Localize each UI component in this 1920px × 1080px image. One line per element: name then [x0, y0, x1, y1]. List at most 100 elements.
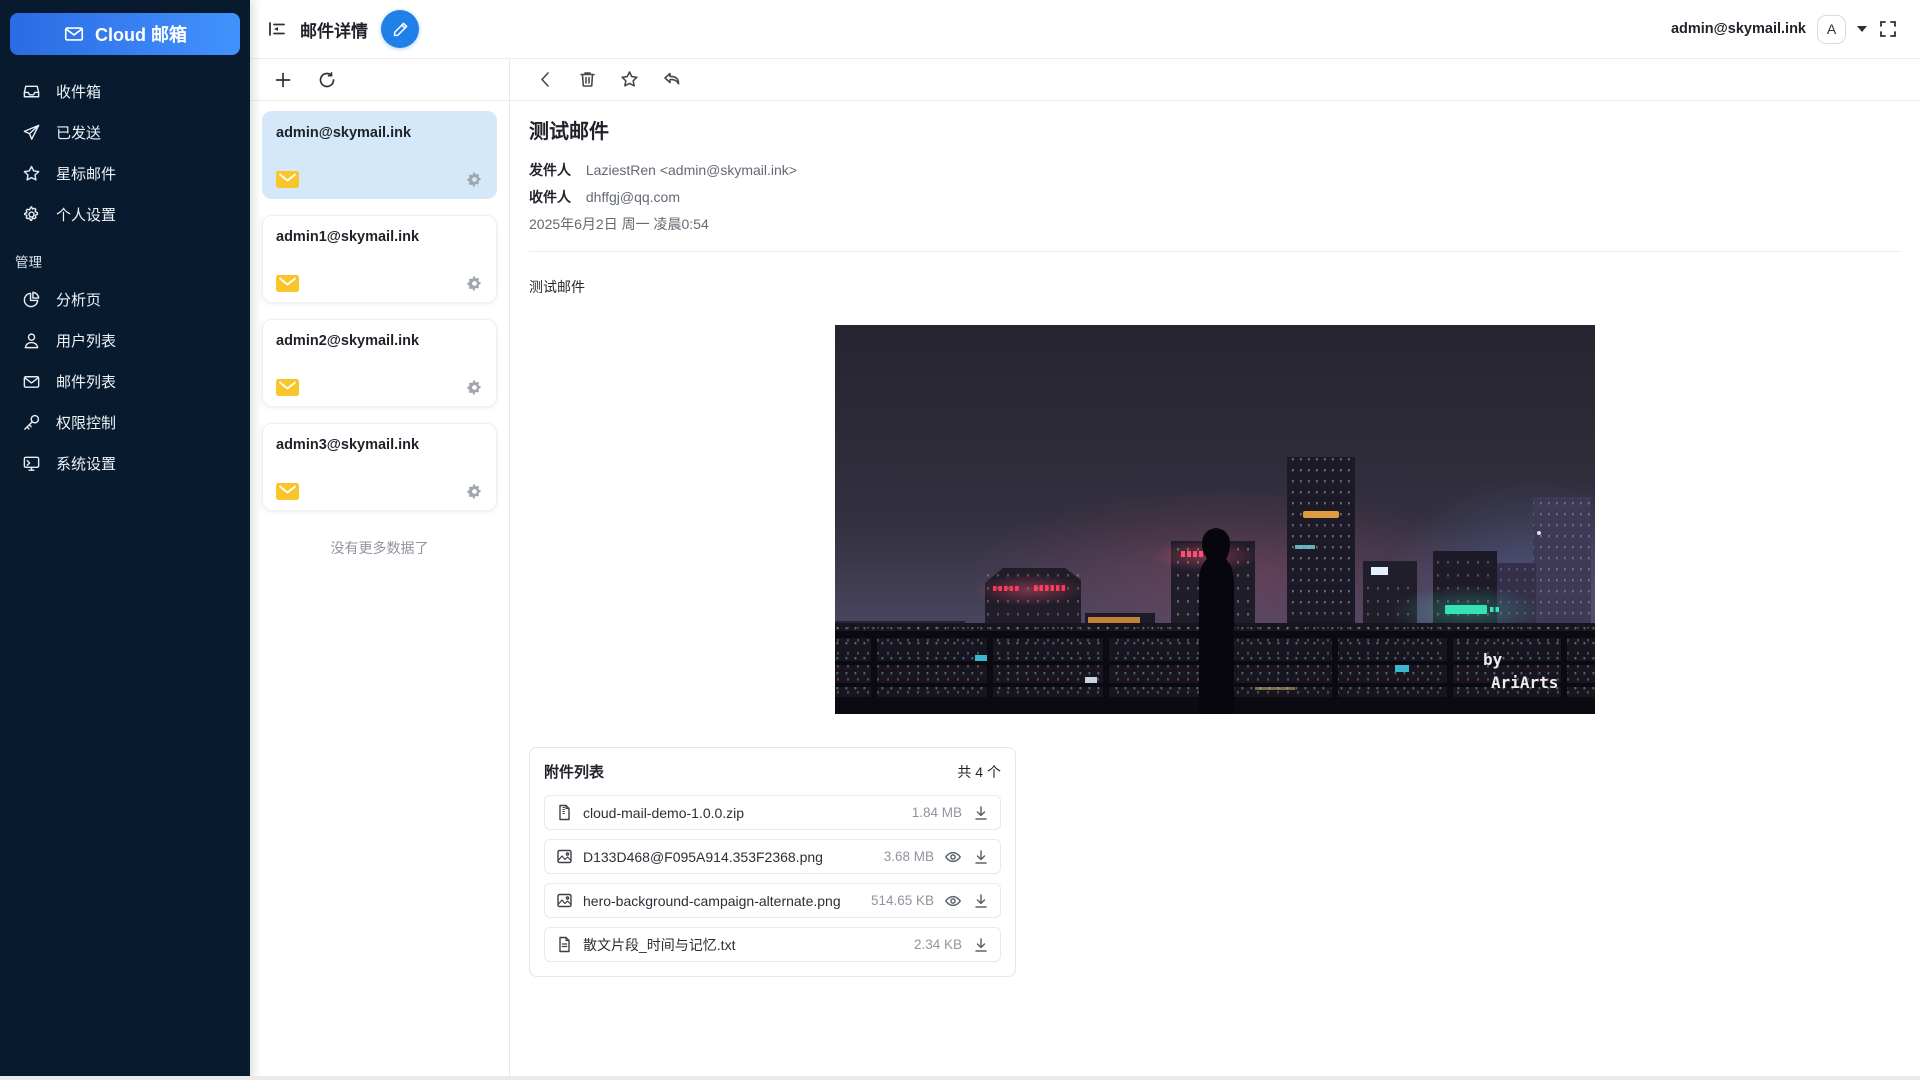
page-title: 邮件详情 [300, 17, 368, 42]
mail-detail-body: 测试邮件 发件人 LaziestRen <admin@skymail.ink> … [510, 101, 1920, 1080]
main-column: 邮件详情 admin@skymail.ink A admin@skymail.i… [250, 0, 1920, 1080]
sidebar-item-label: 收件箱 [56, 81, 101, 102]
sidebar-item-personal-settings[interactable]: 个人设置 [0, 194, 250, 235]
sidebar-item-inbox[interactable]: 收件箱 [0, 71, 250, 112]
sidebar-item-analytics[interactable]: 分析页 [0, 279, 250, 320]
to-label: 收件人 [529, 189, 571, 205]
to-value: dhffgj@qq.com [586, 189, 680, 205]
inbox-icon [22, 82, 41, 101]
account-card[interactable]: admin3@skymail.ink [262, 423, 497, 511]
preview-eye-icon[interactable] [944, 848, 962, 866]
sidebar-item-label: 系统设置 [56, 453, 116, 474]
sidebar-item-user-list[interactable]: 用户列表 [0, 320, 250, 361]
download-icon[interactable] [972, 892, 990, 910]
pencil-icon [391, 20, 410, 39]
horizontal-scrollbar[interactable] [0, 1076, 1920, 1080]
fullscreen-icon[interactable] [1878, 19, 1898, 39]
star-icon [22, 164, 41, 183]
mail-toolbar [510, 59, 1920, 101]
sidebar-item-permissions[interactable]: 权限控制 [0, 402, 250, 443]
account-settings-gear-icon[interactable] [466, 483, 483, 500]
no-more-data-text: 没有更多数据了 [250, 538, 509, 558]
attachment-name: cloud-mail-demo-1.0.0.zip [583, 805, 902, 821]
envelope-icon[interactable] [276, 171, 299, 188]
content-row: admin@skymail.ink admin1@skymail.ink adm… [250, 59, 1920, 1080]
mail-embedded-image: by AriArts [835, 325, 1595, 714]
account-card[interactable]: admin2@skymail.ink [262, 319, 497, 407]
gear-icon [22, 205, 41, 224]
account-settings-gear-icon[interactable] [466, 379, 483, 396]
account-settings-gear-icon[interactable] [466, 171, 483, 188]
attachment-name: 散文片段_时间与记忆.txt [583, 935, 904, 955]
back-button[interactable] [535, 69, 556, 90]
sidebar-item-label: 邮件列表 [56, 371, 116, 392]
account-card[interactable]: admin1@skymail.ink [262, 215, 497, 303]
sidebar-item-label: 已发送 [56, 122, 101, 143]
divider [529, 251, 1900, 252]
topbar-right: admin@skymail.ink A [1671, 15, 1920, 44]
chevron-down-icon[interactable] [1857, 26, 1867, 32]
attachment-row[interactable]: cloud-mail-demo-1.0.0.zip 1.84 MB [544, 795, 1001, 830]
download-icon[interactable] [972, 848, 990, 866]
sidebar-item-system-settings[interactable]: 系统设置 [0, 443, 250, 484]
sidebar-item-label: 权限控制 [56, 412, 116, 433]
attachment-size: 3.68 MB [884, 849, 934, 864]
attachment-size: 514.65 KB [871, 893, 934, 908]
attachment-name: D133D468@F095A914.353F2368.png [583, 849, 874, 865]
mail-date: 2025年6月2日 周一 凌晨0:54 [529, 211, 1900, 238]
user-icon [22, 331, 41, 350]
fold-sidebar-icon[interactable] [267, 19, 287, 39]
envelope-icon[interactable] [276, 275, 299, 292]
account-card-email: admin3@skymail.ink [276, 437, 483, 453]
image-file-icon [556, 848, 573, 865]
top-header: 邮件详情 admin@skymail.ink A [250, 0, 1920, 59]
sidebar-section-admin: 管理 [0, 235, 250, 279]
from-label: 发件人 [529, 162, 571, 178]
logo-button[interactable]: Cloud 邮箱 [10, 13, 240, 55]
list-toolbar [250, 59, 509, 101]
attachment-row[interactable]: 散文片段_时间与记忆.txt 2.34 KB [544, 927, 1001, 962]
account-cards: admin@skymail.ink admin1@skymail.ink adm… [250, 101, 509, 511]
account-list-panel: admin@skymail.ink admin1@skymail.ink adm… [250, 59, 510, 1080]
text-file-icon [556, 936, 573, 953]
sidebar-item-starred[interactable]: 星标邮件 [0, 153, 250, 194]
mail-subject: 测试邮件 [529, 115, 1900, 144]
key-icon [22, 413, 41, 432]
account-card[interactable]: admin@skymail.ink [262, 111, 497, 199]
sidebar-item-mail-list[interactable]: 邮件列表 [0, 361, 250, 402]
send-icon [22, 123, 41, 142]
sidebar-item-label: 个人设置 [56, 204, 116, 225]
delete-button[interactable] [577, 69, 598, 90]
logo-label: Cloud 邮箱 [95, 21, 187, 47]
account-card-email: admin1@skymail.ink [276, 229, 483, 245]
download-icon[interactable] [972, 936, 990, 954]
envelope-icon[interactable] [276, 483, 299, 500]
account-settings-gear-icon[interactable] [466, 275, 483, 292]
mail-image-container: by AriArts [529, 325, 1900, 714]
mail-detail-panel: 测试邮件 发件人 LaziestRen <admin@skymail.ink> … [510, 59, 1920, 1080]
image-file-icon [556, 892, 573, 909]
account-card-email: admin@skymail.ink [276, 125, 483, 141]
sidebar-item-sent[interactable]: 已发送 [0, 112, 250, 153]
sidebar-item-label: 用户列表 [56, 330, 116, 351]
envelope-icon[interactable] [276, 379, 299, 396]
account-email: admin@skymail.ink [1671, 21, 1806, 37]
avatar[interactable]: A [1817, 15, 1846, 44]
pie-chart-icon [22, 290, 41, 309]
sidebar: Cloud 邮箱 收件箱 已发送 星标邮件 个人设置 管理 分析页 用户列表 邮… [0, 0, 250, 1080]
download-icon[interactable] [972, 804, 990, 822]
mail-icon [22, 372, 41, 391]
mail-body-text: 测试邮件 [529, 277, 1900, 297]
attachment-size: 1.84 MB [912, 805, 962, 820]
compose-button[interactable] [381, 10, 419, 48]
attachment-row[interactable]: D133D468@F095A914.353F2368.png 3.68 MB [544, 839, 1001, 874]
account-card-email: admin2@skymail.ink [276, 333, 483, 349]
add-account-button[interactable] [273, 70, 293, 90]
attachment-list: 附件列表 共 4 个 cloud-mail-demo-1.0.0.zip 1.8… [529, 747, 1016, 977]
refresh-button[interactable] [317, 70, 337, 90]
reply-button[interactable] [661, 69, 682, 90]
envelope-logo-icon [63, 23, 85, 45]
star-button[interactable] [619, 69, 640, 90]
attachment-row[interactable]: hero-background-campaign-alternate.png 5… [544, 883, 1001, 918]
preview-eye-icon[interactable] [944, 892, 962, 910]
